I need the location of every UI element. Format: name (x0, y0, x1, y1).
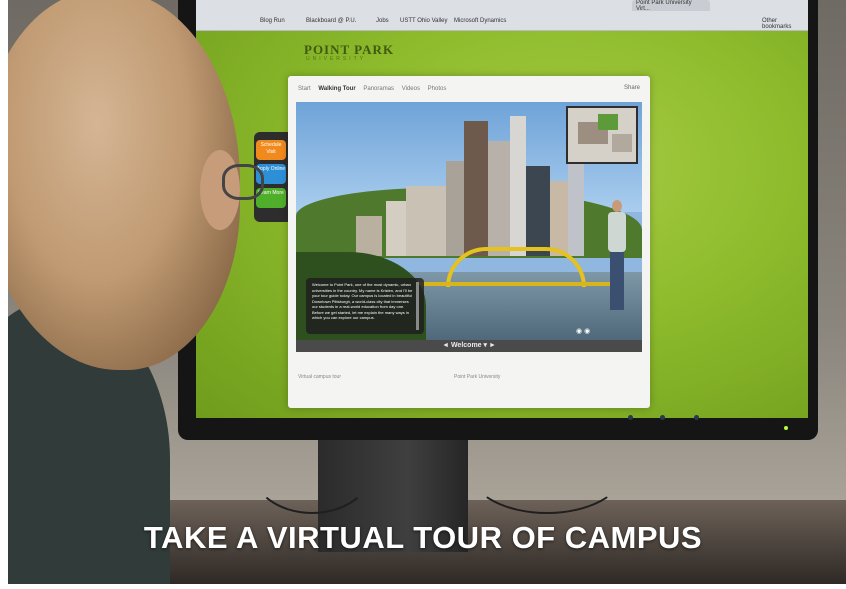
campus-minimap[interactable] (566, 106, 638, 164)
bookmark-item[interactable]: Blog Run (260, 18, 285, 24)
footer-link[interactable]: Virtual campus tour (298, 374, 341, 380)
building (356, 216, 382, 256)
tour-nav: Start Walking Tour Panoramas Videos Phot… (298, 86, 452, 92)
bookmark-item[interactable]: Other bookmarks (762, 18, 808, 30)
welcome-text-box: Welcome to Point Park, one of the most d… (306, 278, 424, 334)
tour-panel: Start Walking Tour Panoramas Videos Phot… (288, 76, 650, 408)
bridge-deck (416, 282, 616, 286)
guide-head (612, 200, 622, 212)
text-scrollbar[interactable] (416, 282, 419, 330)
caption-title: Welcome (450, 342, 482, 349)
nav-photos[interactable]: Photos (428, 86, 447, 92)
monitor-screen: Point Park University Virt... Blog Run B… (196, 0, 808, 418)
headline-caption: TAKE A VIRTUAL TOUR OF CAMPUS (143, 520, 703, 555)
tour-guide-figure (606, 200, 628, 320)
monitor-button (628, 415, 633, 420)
bookmark-item[interactable]: USTT Ohio Valley (400, 18, 447, 24)
caption-bar[interactable]: ◄ Welcome ▾ ► (296, 340, 642, 352)
guide-body (608, 212, 626, 252)
photo-scene: Point Park University Virt... Blog Run B… (0, 0, 846, 589)
building (488, 141, 510, 256)
cable (470, 430, 624, 514)
minimap-block (612, 134, 632, 152)
building (446, 161, 464, 256)
bottom-border (0, 584, 846, 589)
building (550, 181, 568, 256)
building (406, 186, 446, 256)
yellow-bridge (446, 247, 586, 287)
site-logo-subtitle: UNIVERSITY (306, 56, 367, 62)
building (526, 166, 550, 256)
speaker-icon[interactable]: ◉ (576, 328, 582, 335)
power-led (784, 426, 788, 430)
minimap-block (598, 114, 618, 130)
footer-text: Point Park University (454, 374, 501, 380)
nav-panoramas[interactable]: Panoramas (363, 86, 394, 92)
monitor-button (694, 415, 699, 420)
nav-walking-tour[interactable]: Walking Tour (318, 86, 355, 92)
browser-toolbar: Point Park University Virt... Blog Run B… (196, 0, 808, 31)
playback-controls[interactable]: ◉ ◉ (576, 327, 590, 335)
next-arrow-icon[interactable]: ► (489, 342, 496, 349)
glasses-icon (222, 164, 264, 200)
share-button[interactable]: Share (624, 85, 640, 91)
building (510, 116, 526, 256)
prev-arrow-icon[interactable]: ◄ (442, 342, 451, 349)
bookmark-item[interactable]: Blackboard @ P.U. (306, 18, 356, 24)
schedule-visit-tab[interactable]: Schedule Visit (256, 140, 286, 160)
bookmark-item[interactable]: Jobs (376, 18, 389, 24)
building (386, 201, 406, 256)
cable (250, 420, 374, 514)
tour-viewport[interactable]: Welcome to Point Park, one of the most d… (296, 102, 642, 340)
left-border (0, 0, 8, 589)
guide-legs (610, 252, 624, 310)
bookmark-item[interactable]: Microsoft Dynamics (454, 18, 506, 24)
nav-start[interactable]: Start (298, 86, 311, 92)
nav-videos[interactable]: Videos (402, 86, 420, 92)
browser-tab[interactable]: Point Park University Virt... (632, 0, 710, 12)
monitor-button (660, 415, 665, 420)
captions-icon[interactable]: ◉ (584, 328, 590, 335)
building (464, 121, 488, 256)
